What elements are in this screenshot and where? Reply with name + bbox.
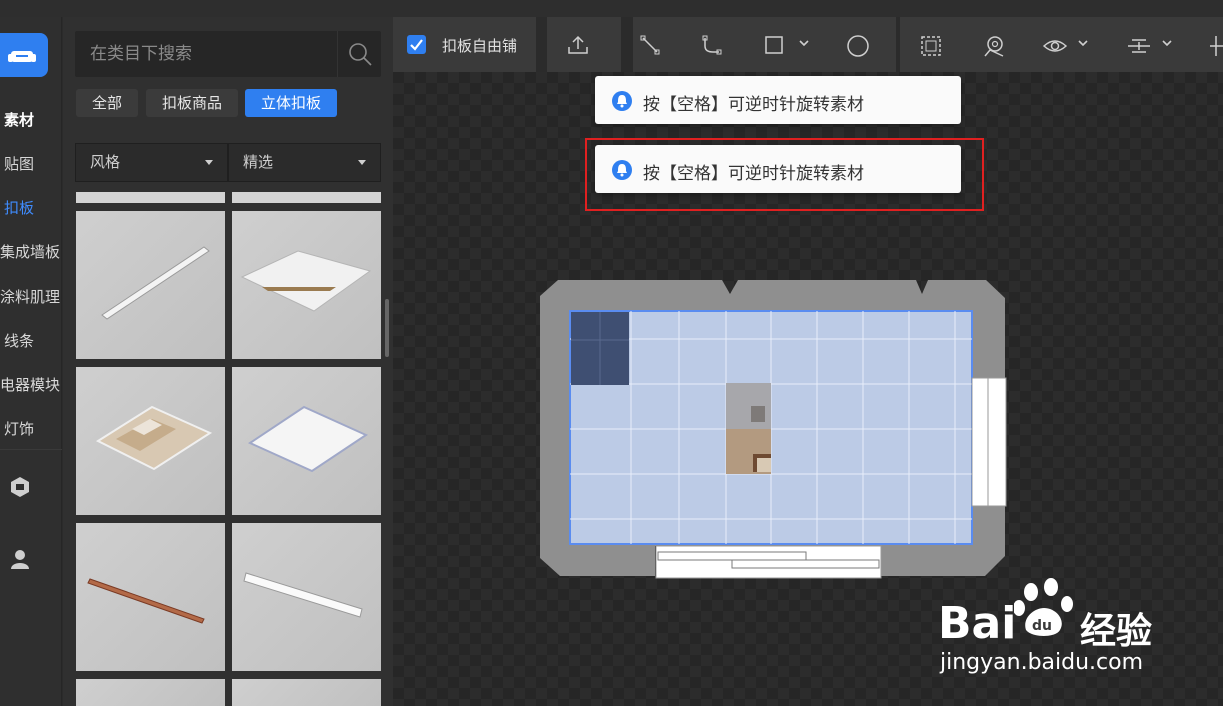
search-input[interactable] [75,31,337,77]
rectangle-tool-icon[interactable] [763,34,785,56]
featured-filter-dropdown[interactable]: 精选 [228,143,381,182]
material-panel: 全部 扣板商品 立体扣板 风格 精选 [63,17,393,706]
watermark-brand-left: Bai [938,598,1017,649]
search-button[interactable] [337,31,381,77]
tab-3d-panel[interactable]: 立体扣板 [245,89,337,117]
material-library-button[interactable] [0,33,48,77]
toolbar-view-group [900,17,1223,72]
floor-plan[interactable] [540,278,1010,580]
search-icon [349,43,372,66]
rail-item-material[interactable]: 素材 [0,109,62,133]
free-tile-checkbox[interactable] [407,35,426,54]
chevron-down-icon[interactable] [799,40,809,48]
product-tile-partial[interactable] [76,679,225,706]
search-box [75,31,381,77]
product-tile[interactable] [76,211,225,359]
chevron-down-icon[interactable] [1078,40,1088,48]
baidu-watermark: Bai du 经验 jingyan.baidu.com [938,578,1198,678]
watermark-brand-right: 经验 [1080,611,1153,652]
strip-panel-thumbnail [101,246,210,320]
product-tile[interactable] [232,367,381,515]
chevron-down-icon [205,160,213,165]
category-rail: 素材 贴图 扣板 集成墙板 涂料肌理 线条 电器模块 灯饰 [0,17,62,706]
copper-strip-thumbnail [87,578,205,624]
featured-filter-label: 精选 [243,153,274,171]
toolbar-draw-group [633,17,896,72]
select-region-icon[interactable] [919,34,943,58]
window-right [971,377,1007,507]
rotate-hint-toast: 按【空格】可逆时针旋转素材 [595,76,961,124]
square-panel-thumbnail [240,250,372,312]
chevron-down-icon [358,160,366,165]
upload-icon[interactable] [567,34,589,56]
rail-item-panel[interactable]: 扣板 [0,197,62,221]
style-filter-label: 风格 [90,153,121,171]
annotation-highlight-frame [585,138,984,211]
product-tile-partial[interactable] [76,192,225,203]
fill-region-icon[interactable] [982,34,1006,58]
toolbar-upload-group [547,17,621,72]
product-tile[interactable] [232,523,381,671]
arc-tool-icon[interactable] [701,34,723,56]
circle-tool-icon[interactable] [846,34,870,58]
checkmark-icon [410,39,423,51]
free-tile-label: 扣板自由铺 [442,37,518,55]
svg-text:du: du [1032,618,1052,634]
free-tile-toggle[interactable]: 扣板自由铺 [393,17,536,72]
rail-item-texture[interactable]: 贴图 [0,153,62,177]
chevron-down-icon[interactable] [1162,40,1172,48]
rail-divider [0,449,62,450]
tab-all[interactable]: 全部 [76,89,138,117]
watermark-url: jingyan.baidu.com [940,650,1144,675]
product-tile[interactable] [232,211,381,359]
user-icon[interactable] [8,547,32,571]
rail-item-appliance-module[interactable]: 电器模块 [0,374,62,398]
flat-panel-thumbnail [247,405,369,473]
toast-message: 按【空格】可逆时针旋转素材 [643,95,864,115]
tab-panel-products[interactable]: 扣板商品 [146,89,238,117]
light-strip-thumbnail [243,572,363,618]
paw-logo-icon: du [1014,578,1073,636]
bell-icon [612,91,632,111]
app-window: 素材 贴图 扣板 集成墙板 涂料肌理 线条 电器模块 灯饰 全部 [0,0,1223,706]
eye-icon[interactable] [1042,34,1068,58]
style-filter-dropdown[interactable]: 风格 [75,143,228,182]
product-tile-partial[interactable] [232,679,381,706]
panel-scrollbar[interactable] [385,299,389,357]
rail-item-moulding[interactable]: 线条 [0,330,62,354]
product-tile[interactable] [76,523,225,671]
line-tool-icon[interactable] [639,34,661,56]
top-strip [0,0,1223,17]
product-tile[interactable] [76,367,225,515]
model-library-icon[interactable] [8,475,32,499]
sofa-icon [8,51,36,62]
rail-item-paint-texture[interactable]: 涂料肌理 [0,286,62,310]
more-tools-icon[interactable] [1210,34,1223,58]
rail-item-integrated-wall[interactable]: 集成墙板 [0,241,62,265]
product-tile-partial[interactable] [232,192,381,203]
align-icon[interactable] [1126,34,1152,58]
rail-item-lighting[interactable]: 灯饰 [0,418,62,442]
wood-panel-thumbnail [95,405,213,471]
